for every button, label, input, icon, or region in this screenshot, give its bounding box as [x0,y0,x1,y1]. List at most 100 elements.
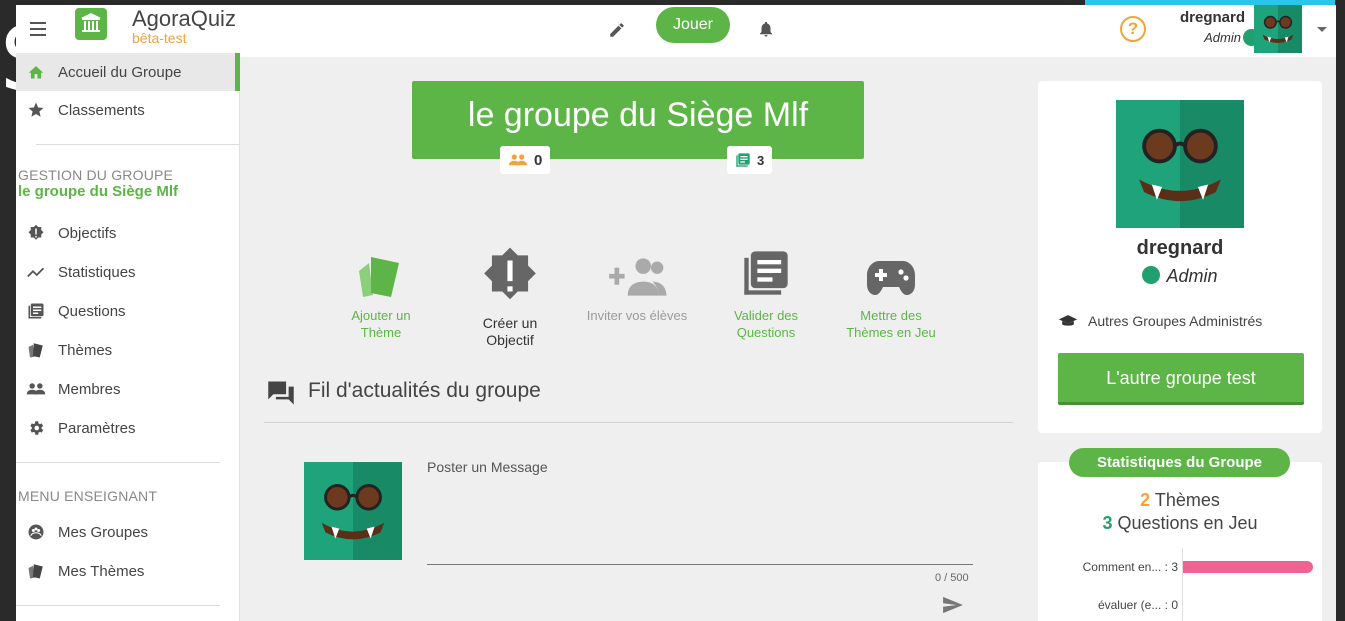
profile-role-row: Admin [1038,266,1322,287]
help-icon[interactable]: ? [1120,16,1146,42]
home-icon [25,63,47,81]
feed-divider [264,422,1013,423]
sidebar-item-label: Thèmes [58,341,113,359]
action-label: Mettre des [860,308,922,323]
chart-axis [1182,548,1183,621]
avatar [1116,100,1244,228]
stats-questions: 3 Questions en Jeu [1038,513,1322,534]
sidebar-item-themes[interactable]: Thèmes [16,331,240,369]
themes-cards-icon [25,341,47,359]
create-objective-button[interactable]: Créer un Objectif [450,237,570,349]
validate-questions-button[interactable]: Valider des Questions [706,237,826,341]
gear-icon [25,419,47,437]
questions-icon [736,153,750,167]
sidebar-item-objectives[interactable]: Objectifs [16,214,240,252]
forum-icon [265,379,297,412]
play-themes-button[interactable]: Mettre des Thèmes en Jeu [831,237,951,341]
sidebar-item-settings[interactable]: Paramètres [16,409,240,447]
profile-name: dregnard [1136,237,1224,259]
avatar[interactable] [1254,5,1302,53]
stats-themes-count: 2 [1140,490,1151,510]
sidebar-divider [16,605,220,606]
other-groups-label: Autres Groupes Administrés [1088,313,1263,329]
questions-icon [25,302,47,320]
add-theme-button[interactable]: Ajouter un Thème [321,237,441,341]
sidebar-item-home[interactable]: Accueil du Groupe [16,53,240,91]
chevron-down-icon[interactable] [1317,27,1327,32]
stats-themes: 2 Thèmes [1038,490,1322,511]
star-icon [25,101,47,119]
sidebar-item-rankings[interactable]: Classements [16,91,240,129]
user-name[interactable]: dregnard [1180,9,1245,26]
other-group-button[interactable]: L'autre groupe test [1058,353,1304,405]
action-label: Valider des [733,308,799,323]
group-title: le groupe du Siège Mlf [412,81,864,159]
user-role: Admin [1204,30,1241,45]
sidebar-divider [36,144,240,145]
sidebar-group-name: le groupe du Siège Mlf [18,183,179,200]
sidebar-heading-teacher: MENU ENSEIGNANT [18,488,158,504]
action-label: Thème [360,325,402,340]
sidebar-item-label: Statistiques [58,263,136,281]
other-groups-heading: Autres Groupes Administrés [1058,313,1262,329]
questions-count: 3 [757,152,765,168]
sidebar-item-label: Classements [58,101,145,119]
action-label: Questions [736,325,796,340]
sidebar-item-label: Paramètres [58,419,136,437]
action-label: Inviter vos élèves [586,308,688,323]
app-stage: bêta-test [132,30,187,46]
objective-badge-icon [25,224,47,242]
pencil-icon[interactable] [608,21,626,44]
invite-students-button[interactable]: Inviter vos élèves [577,237,697,324]
send-icon[interactable] [942,596,964,619]
sidebar-divider [16,462,220,463]
sidebar-heading-management: GESTION DU GROUPE [18,167,174,183]
post-message-underline [427,564,973,565]
menu-icon[interactable] [30,22,46,36]
sidebar-item-members[interactable]: Membres [16,370,240,408]
play-button[interactable]: Jouer [656,7,730,43]
action-label: Créer un [482,315,538,331]
members-count-badge: 0 [500,146,551,174]
app-name[interactable]: AgoraQuiz [132,6,236,32]
sidebar-item-label: Mes Groupes [58,523,149,541]
sidebar-item-my-themes[interactable]: Mes Thèmes [16,552,240,590]
add-theme-icon [321,237,441,299]
bell-icon[interactable] [757,19,775,44]
objective-badge-icon [450,237,570,307]
questions-icon [706,237,826,299]
sidebar: Accueil du Groupe Classements GESTION DU… [16,53,240,621]
stats-title: Statistiques du Groupe [1069,448,1290,477]
gamepad-icon [831,237,951,299]
sidebar-item-statistics[interactable]: Statistiques [16,253,240,291]
feed-title: Fil d'actualités du groupe [308,379,541,402]
logo-icon[interactable] [75,8,107,40]
sidebar-item-label: Mes Thèmes [58,562,145,580]
post-message-field[interactable]: Poster un Message [427,459,548,475]
members-count: 0 [534,151,543,169]
members-icon [509,154,527,166]
sidebar-item-label: Accueil du Groupe [58,63,182,81]
members-icon [25,380,47,398]
stats-questions-label: Questions en Jeu [1117,513,1258,533]
sidebar-item-label: Questions [58,302,126,320]
app-window: AgoraQuiz bêta-test Jouer ? dregnard Adm… [16,5,1336,621]
profile-role: Admin [1166,266,1218,286]
trend-icon [25,263,47,281]
bar [1183,561,1313,573]
questions-count-badge: 3 [727,146,773,174]
graduation-cap-icon [1142,266,1161,284]
action-label: Thèmes en Jeu [846,325,936,340]
profile-card: dregnard Admin Autres Groupes Administré… [1038,81,1322,433]
add-person-icon [577,237,697,299]
sidebar-item-questions[interactable]: Questions [16,292,240,330]
groups-icon [25,523,47,541]
character-counter: 0 / 500 [935,572,969,584]
sidebar-item-label: Membres [58,380,121,398]
stats-themes-label: Thèmes [1154,490,1220,510]
action-label: Ajouter un [351,308,411,323]
themes-cards-icon [25,562,47,580]
stats-card: 2 Thèmes 3 Questions en Jeu Comment en..… [1038,462,1322,621]
stats-questions-count: 3 [1102,513,1113,533]
sidebar-item-my-groups[interactable]: Mes Groupes [16,513,240,551]
